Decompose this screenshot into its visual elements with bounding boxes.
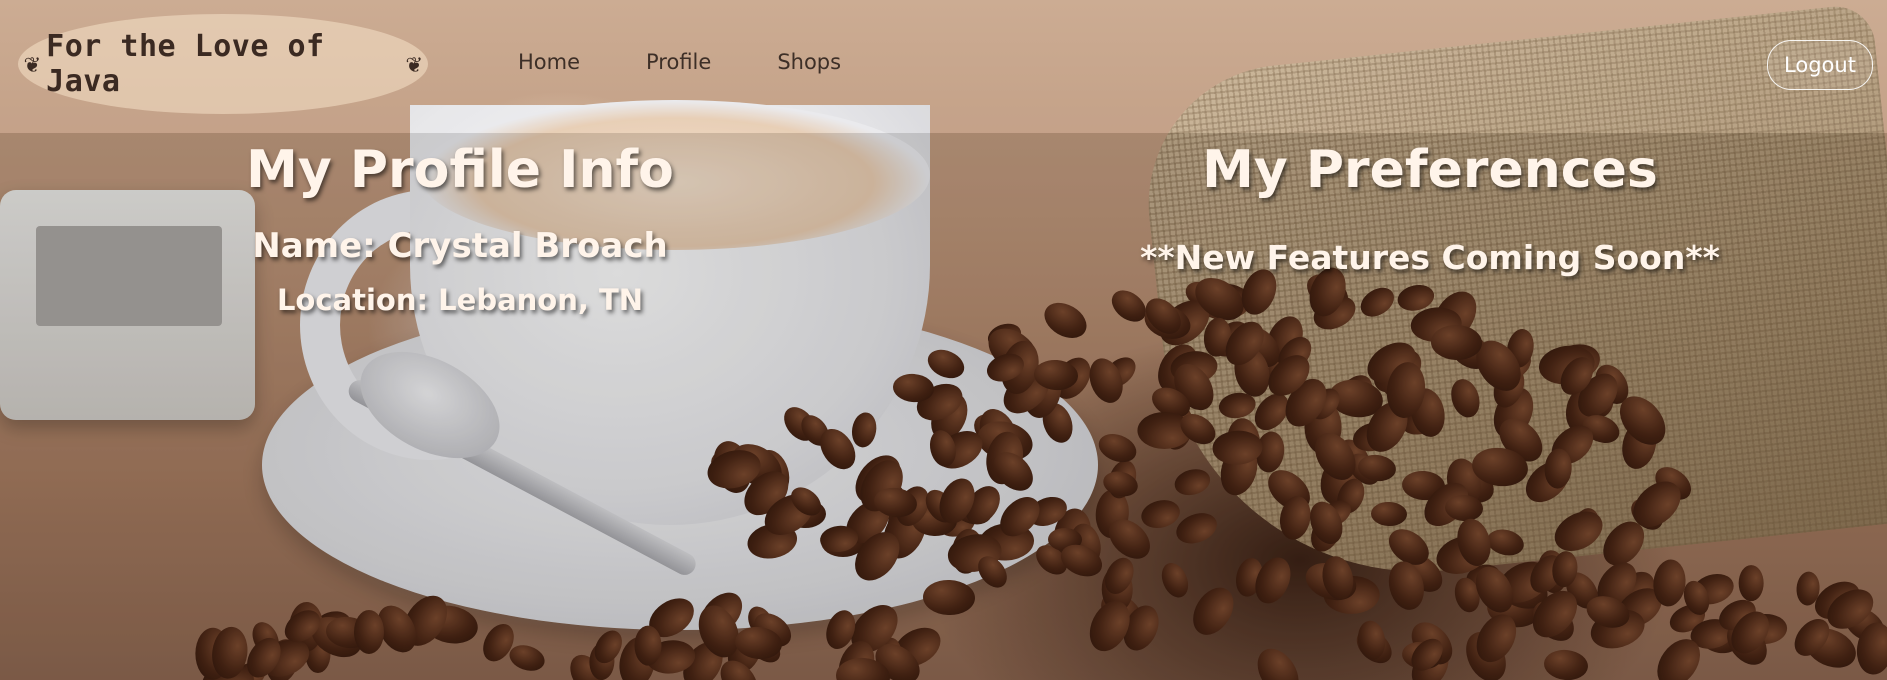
nav-profile-link[interactable]: Profile bbox=[646, 50, 711, 74]
preferences-heading: My Preferences bbox=[1202, 140, 1658, 200]
brand-title: For the Love of Java bbox=[46, 29, 325, 99]
profile-heading: My Profile Info bbox=[246, 140, 674, 200]
nav-home-link[interactable]: Home bbox=[518, 50, 580, 74]
main-nav: Home Profile Shops bbox=[518, 50, 907, 74]
coffee-bean-icon: ❦ bbox=[405, 49, 422, 79]
profile-name: Name: Crystal Broach bbox=[252, 226, 668, 266]
content-band bbox=[0, 133, 1887, 680]
logout-button[interactable]: Logout bbox=[1767, 40, 1873, 90]
site-header: ❦ For the Love of Java ❦ Home Profile Sh… bbox=[0, 0, 1887, 133]
page: ❦ For the Love of Java ❦ Home Profile Sh… bbox=[0, 0, 1887, 680]
coffee-bean-icon: ❦ bbox=[24, 49, 41, 79]
preferences-notice: **New Features Coming Soon** bbox=[1140, 238, 1720, 277]
profile-location: Location: Lebanon, TN bbox=[276, 283, 644, 317]
nav-shops-link[interactable]: Shops bbox=[777, 50, 841, 74]
brand-logo[interactable]: ❦ For the Love of Java ❦ bbox=[18, 14, 428, 114]
